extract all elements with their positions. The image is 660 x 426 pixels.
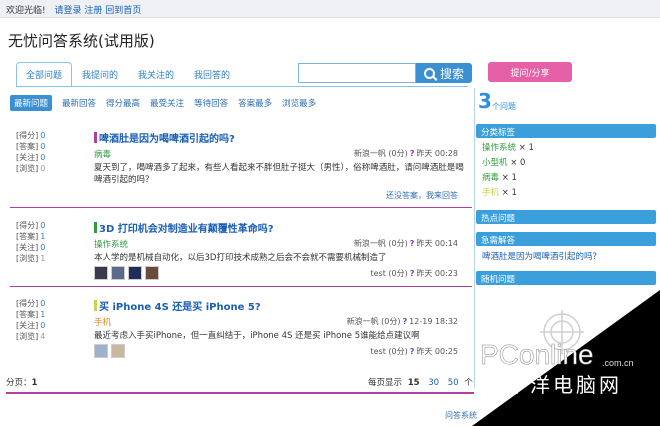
watermark-domain: .com.cn xyxy=(602,358,634,368)
title-marker xyxy=(94,222,97,233)
tab-my-asked[interactable]: 我提问的 xyxy=(72,62,128,86)
image-thumbnails xyxy=(94,266,162,280)
last-answer-meta: test (0分)? 昨天 00:25 xyxy=(370,347,458,356)
pagination: 分页：1 xyxy=(6,378,38,388)
thumbnail-image[interactable] xyxy=(128,266,142,280)
search-button-label: 搜索 xyxy=(439,66,464,81)
tab-underline xyxy=(16,86,468,87)
question-desc: 最近考虑入手买iPhone，但一直纠结于，iPhone 4S 还是买 iPhon… xyxy=(94,331,420,341)
author-link[interactable]: 新浪一帆 xyxy=(347,317,379,326)
sort-nav: 最新问题 最新回答 得分最高 最受关注 等待回答 答案最多 浏览最多 xyxy=(10,95,326,111)
current-page[interactable]: 1 xyxy=(32,378,38,388)
search-button[interactable]: 搜索 xyxy=(416,63,472,83)
urgent-header: 急需解答 xyxy=(476,232,656,246)
question-title[interactable]: 买 iPhone 4S 还是买 iPhone 5? xyxy=(94,298,261,313)
watermark-brand: PConline xyxy=(480,339,594,370)
author-link[interactable]: 新浪一帆 xyxy=(354,239,386,248)
top-bar: 欢迎光临! 请登录 注册 回到首页 xyxy=(0,0,660,18)
question-mark-icon: ? xyxy=(409,239,415,248)
tag-os[interactable]: 操作系统 xyxy=(482,143,516,153)
tag-virus[interactable]: 病毒 xyxy=(482,173,499,183)
tab-my-answered[interactable]: 我回答的 xyxy=(184,62,240,86)
tag-minicomputer[interactable]: 小型机 xyxy=(482,158,508,168)
thumbnail-image[interactable] xyxy=(111,266,125,280)
sort-most-followed[interactable]: 最受关注 xyxy=(150,97,184,109)
question-stats: [得分] 0 [答案] 1 [关注] 0 [浏览] 1 xyxy=(16,221,46,263)
home-link[interactable]: 回到首页 xyxy=(105,6,141,16)
per-page-30[interactable]: 30 xyxy=(428,378,439,388)
thumbnail-image[interactable] xyxy=(111,344,125,358)
tab-my-following[interactable]: 我关注的 xyxy=(128,62,184,86)
urgent-question-link[interactable]: 啤酒肚是因为喝啤酒引起的吗? xyxy=(482,250,597,265)
divider xyxy=(10,286,472,287)
tag-phone[interactable]: 手机 xyxy=(482,188,499,198)
per-page-15[interactable]: 15 xyxy=(408,378,420,388)
random-header: 随机问题 xyxy=(476,271,656,285)
answer-link[interactable]: 还没答案，我来回答 xyxy=(386,190,458,201)
question-mark-icon: ? xyxy=(409,149,415,158)
question-desc: 夏天到了，喝啤酒多了起来，有些人看起来不胖但肚子挺大（男性），俗称啤酒肚，请问啤… xyxy=(94,163,464,185)
question-title[interactable]: 3D 打印机会对制造业有颠覆性革命吗? xyxy=(94,220,274,235)
sort-most-viewed[interactable]: 浏览最多 xyxy=(282,97,316,109)
greeting-text: 欢迎光临! xyxy=(6,6,46,16)
search-icon xyxy=(423,67,435,79)
question-stats: [得分] 0 [答案] 0 [关注] 0 [浏览] 0 xyxy=(16,131,46,173)
thumbnail-image[interactable] xyxy=(145,266,159,280)
question-stats: [得分] 0 [答案] 1 [关注] 0 [浏览] 4 xyxy=(16,299,46,341)
register-link[interactable]: 注册 xyxy=(84,6,102,16)
question-meta: 新浪一帆 (0分)? 昨天 00:14 xyxy=(353,239,458,248)
title-marker xyxy=(94,132,97,143)
watermark-cn: 太平洋电脑网 xyxy=(484,373,622,397)
sort-awaiting-answer[interactable]: 等待回答 xyxy=(194,97,228,109)
last-answer-meta: test (0分)? 昨天 00:23 xyxy=(370,269,458,278)
question-title[interactable]: 啤酒肚是因为喝啤酒引起的吗? xyxy=(94,130,235,145)
question-category[interactable]: 手机 xyxy=(94,316,111,328)
ask-button[interactable]: 提问/分享 xyxy=(488,62,572,82)
tab-all[interactable]: 全部问题 xyxy=(16,62,72,86)
sort-latest-answers[interactable]: 最新回答 xyxy=(62,97,96,109)
question-mark-icon: ? xyxy=(402,317,408,326)
bottom-divider xyxy=(6,392,474,394)
question-count-label: 个问题 xyxy=(492,102,516,111)
question-tabs: 全部问题 我提问的 我关注的 我回答的 xyxy=(16,62,240,86)
question-category[interactable]: 病毒 xyxy=(94,148,111,160)
question-desc: 本人学的是机械自动化，以后3D打印技术成熟之后会不会就不需要机械制造了 xyxy=(94,253,387,263)
question-meta: 新浪一帆 (0分)? 12-19 18:32 xyxy=(346,317,458,326)
tag-list: 操作系统 × 1 小型机 × 0 病毒 × 1 手机 × 1 xyxy=(482,143,534,198)
question-mark-icon: ? xyxy=(409,347,415,356)
tags-header: 分类标签 xyxy=(476,124,656,138)
sort-most-answers[interactable]: 答案最多 xyxy=(238,97,272,109)
question-meta: 新浪一帆 (0分)? 昨天 00:28 xyxy=(353,149,458,158)
question-count: 3 xyxy=(478,89,492,113)
divider xyxy=(10,207,472,208)
pconline-watermark: PConline .com.cn 太平洋电脑网 xyxy=(472,290,660,426)
thumbnail-image[interactable] xyxy=(94,266,108,280)
question-category[interactable]: 操作系统 xyxy=(94,238,128,250)
search-input[interactable] xyxy=(298,63,416,83)
thumbnail-image[interactable] xyxy=(94,344,108,358)
title-marker xyxy=(94,300,97,311)
image-thumbnails xyxy=(94,344,128,358)
question-mark-icon: ? xyxy=(409,269,415,278)
sort-highest-score[interactable]: 得分最高 xyxy=(106,97,140,109)
sort-latest-questions[interactable]: 最新问题 xyxy=(10,95,53,111)
site-title: 无忧问答系统(试用版) xyxy=(8,32,155,50)
login-link[interactable]: 请登录 xyxy=(54,6,81,16)
author-link[interactable]: 新浪一帆 xyxy=(354,149,386,158)
hot-header: 热点问题 xyxy=(476,210,656,224)
